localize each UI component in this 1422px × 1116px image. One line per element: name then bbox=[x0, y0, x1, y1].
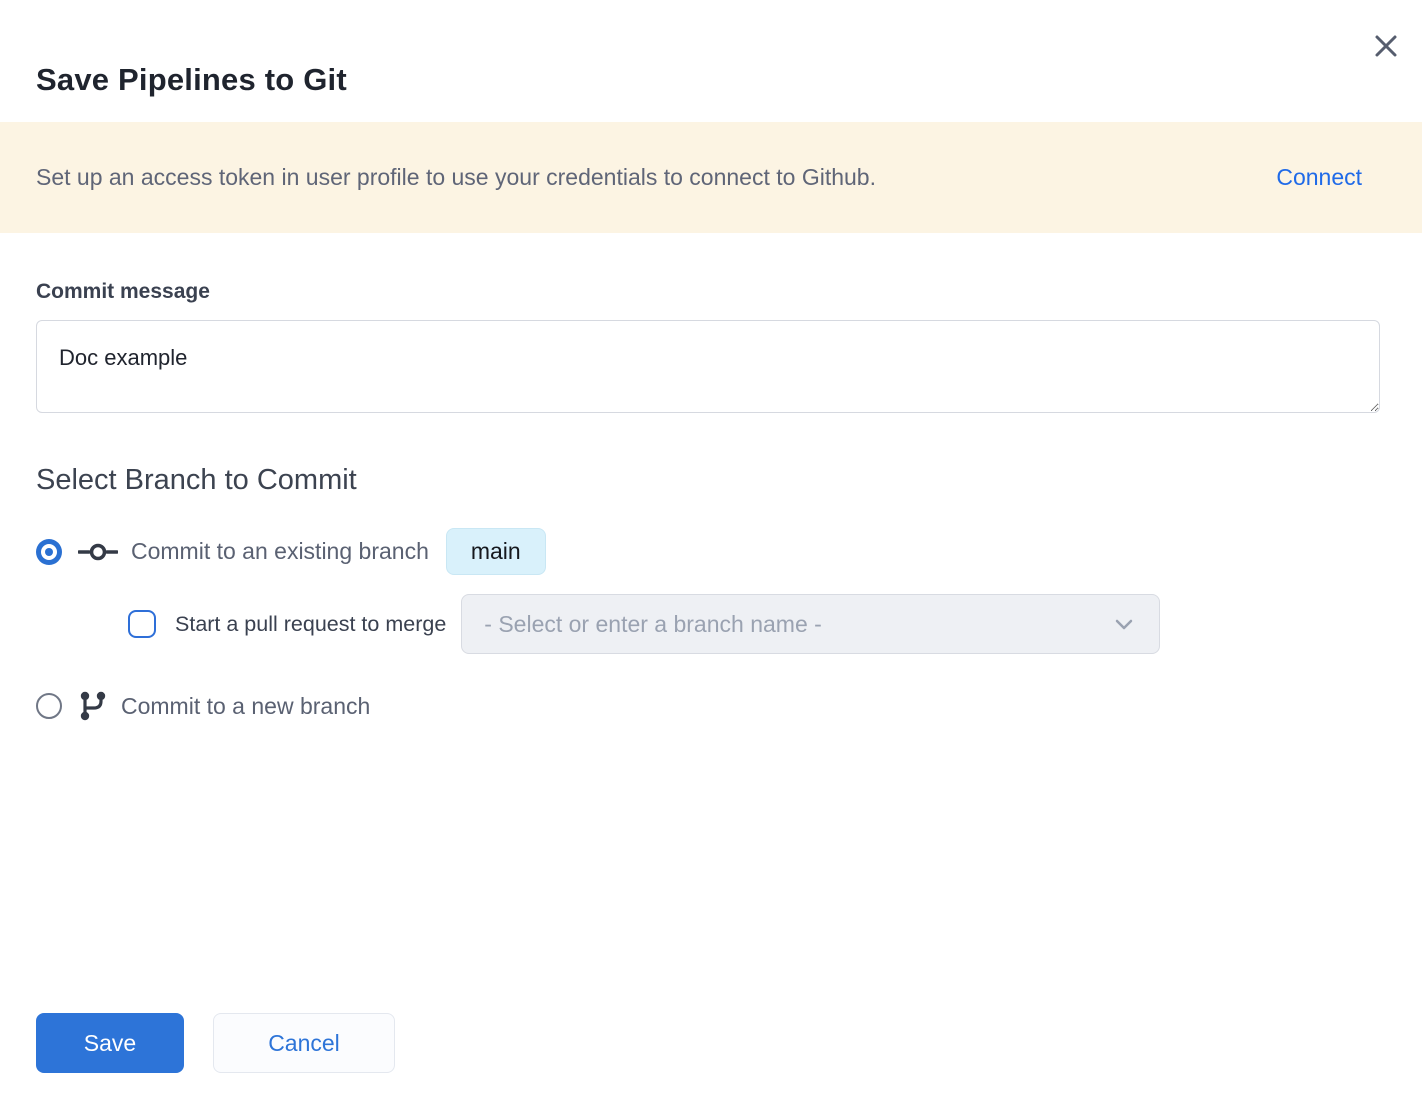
git-branch-icon bbox=[78, 690, 108, 722]
current-branch-badge[interactable]: main bbox=[446, 528, 546, 575]
pull-request-row: Start a pull request to merge - Select o… bbox=[128, 594, 1386, 654]
pull-request-label: Start a pull request to merge bbox=[175, 612, 446, 637]
new-branch-option: Commit to a new branch bbox=[36, 690, 1386, 722]
access-token-banner: Set up an access token in user profile t… bbox=[0, 122, 1422, 233]
close-icon bbox=[1372, 32, 1400, 60]
select-branch-heading: Select Branch to Commit bbox=[36, 464, 1386, 497]
banner-message: Set up an access token in user profile t… bbox=[36, 164, 876, 191]
save-pipelines-dialog: Save Pipelines to Git Set up an access t… bbox=[0, 0, 1422, 1116]
existing-branch-label: Commit to an existing branch bbox=[131, 538, 429, 565]
existing-branch-radio[interactable] bbox=[36, 539, 62, 565]
chevron-down-icon bbox=[1111, 611, 1137, 637]
commit-message-label: Commit message bbox=[36, 280, 1386, 304]
page-title: Save Pipelines to Git bbox=[0, 0, 1422, 98]
new-branch-radio[interactable] bbox=[36, 693, 62, 719]
connect-link[interactable]: Connect bbox=[1276, 164, 1362, 191]
merge-branch-placeholder: - Select or enter a branch name - bbox=[484, 611, 822, 638]
pull-request-checkbox[interactable] bbox=[128, 610, 156, 638]
close-button[interactable] bbox=[1368, 28, 1404, 64]
dialog-footer: Save Cancel bbox=[36, 1013, 395, 1073]
merge-branch-select[interactable]: - Select or enter a branch name - bbox=[461, 594, 1160, 654]
cancel-button[interactable]: Cancel bbox=[213, 1013, 395, 1073]
git-commit-icon bbox=[78, 540, 118, 564]
save-button[interactable]: Save bbox=[36, 1013, 184, 1073]
existing-branch-option: Commit to an existing branch main bbox=[36, 528, 1386, 575]
new-branch-label: Commit to a new branch bbox=[121, 693, 370, 720]
dialog-body: Commit message Doc example Select Branch… bbox=[0, 280, 1422, 722]
commit-message-input[interactable]: Doc example bbox=[36, 320, 1380, 413]
